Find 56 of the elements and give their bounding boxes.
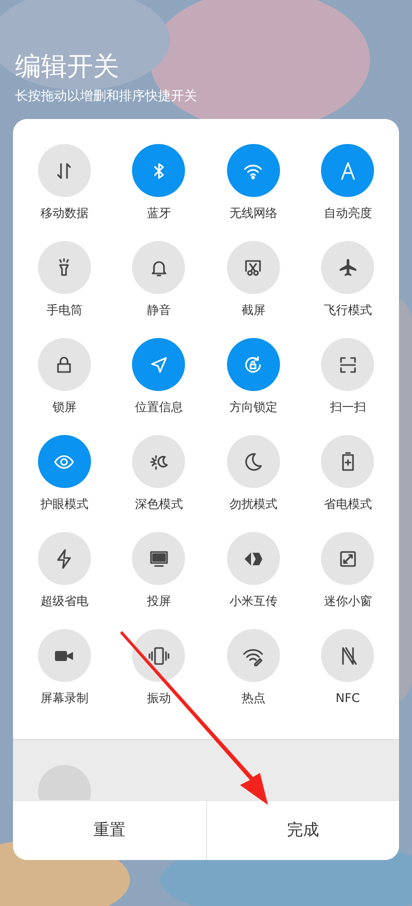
toggle-tile[interactable]: 深色模式 — [112, 435, 206, 512]
toggle-circle[interactable] — [132, 338, 186, 391]
toggle-label: 热点 — [241, 691, 266, 706]
toggle-label: 投屏 — [146, 594, 171, 609]
toggle-tile[interactable]: 小米互传 — [206, 532, 300, 609]
toggle-tile[interactable]: 扫一扫 — [300, 338, 395, 415]
toggle-tile[interactable]: 截屏 — [206, 241, 300, 318]
toggle-label: NFC — [336, 691, 360, 706]
toggle-tile[interactable]: 热点 — [206, 629, 300, 706]
toggle-circle[interactable] — [132, 144, 186, 197]
screen-subtitle: 长按拖动以增删和排序快捷开关 — [15, 88, 198, 106]
toggle-circle[interactable] — [226, 338, 280, 391]
screen-title: 编辑开关 — [15, 51, 120, 84]
toggle-tile[interactable]: 自动亮度 — [300, 144, 395, 221]
toggle-circle[interactable] — [321, 144, 374, 197]
toggle-label: 迷你小窗 — [324, 594, 372, 609]
toggle-label: 扫一扫 — [330, 400, 366, 415]
toggle-tile[interactable]: NFC — [300, 629, 395, 706]
toggle-label: 手电筒 — [46, 303, 82, 318]
toggle-tile[interactable]: 锁屏 — [17, 338, 112, 415]
toggle-tile[interactable]: 蓝牙 — [112, 144, 206, 221]
toggle-label: 位置信息 — [134, 400, 183, 415]
toggle-tile[interactable]: 超级省电 — [17, 532, 112, 609]
toggle-label: 超级省电 — [40, 594, 88, 609]
toggle-circle[interactable] — [38, 435, 91, 488]
toggle-tile[interactable]: 省电模式 — [300, 435, 395, 512]
toggle-tile[interactable]: 迷你小窗 — [300, 532, 395, 609]
toggle-label: 振动 — [146, 691, 171, 706]
toggle-label: 护眼模式 — [40, 497, 88, 512]
toggle-tile[interactable]: 无线网络 — [206, 144, 300, 221]
toggle-label: 截屏 — [241, 303, 266, 318]
toggle-label: 蓝牙 — [146, 206, 171, 221]
action-button[interactable]: 完成 — [206, 801, 399, 860]
toggle-tile[interactable]: 手电筒 — [17, 241, 112, 318]
toggle-tile[interactable]: 方向锁定 — [206, 338, 300, 415]
toggle-label: 小米互传 — [229, 594, 278, 609]
toggle-tile[interactable]: 投屏 — [112, 532, 206, 609]
toggle-tile[interactable]: 勿扰模式 — [206, 435, 300, 512]
toggle-label: 无线网络 — [229, 206, 278, 221]
toggle-label: 静音 — [146, 303, 171, 318]
toggle-tile[interactable]: 屏幕录制 — [17, 629, 112, 706]
toggle-tile[interactable]: 静音 — [112, 241, 206, 318]
toggle-tile[interactable]: 护眼模式 — [17, 435, 112, 512]
toggle-label: 锁屏 — [52, 400, 76, 415]
toggle-label: 自动亮度 — [324, 206, 372, 221]
toggle-label: 方向锁定 — [229, 400, 278, 415]
toggle-label: 勿扰模式 — [229, 497, 278, 512]
toggle-tile[interactable]: 飞行模式 — [300, 241, 395, 318]
toggle-tile[interactable]: 位置信息 — [112, 338, 206, 415]
toggle-circle[interactable] — [226, 144, 280, 197]
toggle-label: 移动数据 — [40, 206, 88, 221]
toggle-tile[interactable]: 移动数据 — [17, 144, 112, 221]
toggle-label: 飞行模式 — [324, 303, 372, 318]
toggle-label: 屏幕录制 — [40, 691, 88, 706]
toggle-label: 深色模式 — [134, 497, 183, 512]
toggle-label: 省电模式 — [324, 497, 372, 512]
